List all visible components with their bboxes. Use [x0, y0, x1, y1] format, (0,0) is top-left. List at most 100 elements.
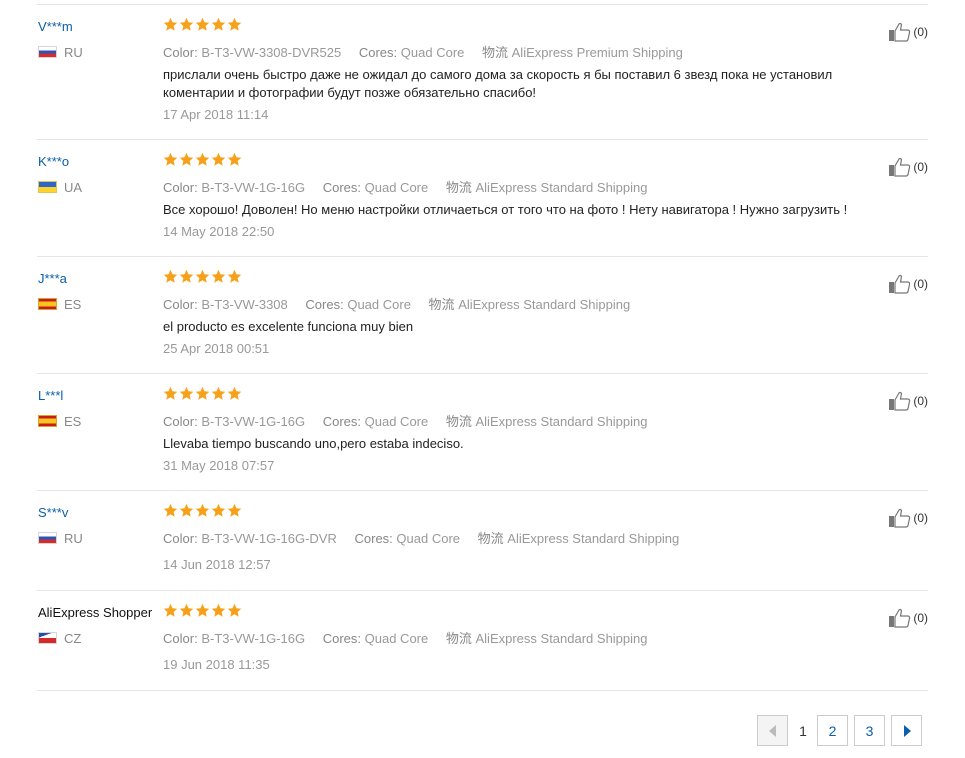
pagination-page-3[interactable]: 3: [854, 715, 885, 746]
shipping-method: AliExpress Standard Shipping: [507, 531, 680, 546]
star-icon: [211, 17, 226, 31]
reviewer-name[interactable]: V***m: [38, 19, 73, 34]
color-label: Color:: [163, 631, 198, 646]
flag-ua-icon: [38, 181, 57, 193]
star-icon: [195, 152, 210, 166]
cores-value: Quad Core: [400, 45, 465, 60]
order-info: Color: B-T3-VW-1G-16G Cores: Quad Core 物…: [163, 411, 648, 430]
reviewer-country: ES: [38, 413, 81, 429]
shipping-method: AliExpress Premium Shipping: [511, 45, 683, 60]
thumbs-up-icon: [889, 508, 911, 528]
reviewer-name: AliExpress Shopper: [38, 605, 153, 620]
star-rating: [163, 17, 242, 32]
color-value: B-T3-VW-1G-16G-DVR: [201, 531, 337, 546]
order-info: Color: B-T3-VW-3308 Cores: Quad Core 物流 …: [163, 294, 630, 313]
reviewer-country: CZ: [38, 630, 81, 646]
thumbs-up-icon: [889, 391, 911, 411]
review-text: Все хорошо! Доволен! Но меню настройки о…: [163, 202, 848, 217]
star-icon: [179, 269, 194, 283]
pagination-next-button[interactable]: [891, 715, 922, 746]
review-item: L***l ES Color: B-T3-VW-1G-16G Cores: Qu…: [37, 374, 928, 491]
flag-cz-icon: [38, 632, 57, 644]
reviewer-name[interactable]: K***o: [38, 154, 69, 169]
country-code: RU: [64, 44, 83, 60]
helpful-button[interactable]: (0): [888, 508, 928, 528]
reviewer-country: RU: [38, 44, 83, 60]
logistics-label: 物流: [445, 180, 472, 195]
star-icon: [179, 17, 194, 31]
star-icon: [163, 269, 178, 283]
review-item: J***a ES Color: B-T3-VW-3308 Cores: Quad…: [37, 257, 928, 374]
star-icon: [163, 17, 178, 31]
cores-label: Cores:: [358, 45, 398, 60]
helpful-count: (0): [913, 511, 928, 525]
star-icon: [195, 603, 210, 617]
star-icon: [227, 603, 242, 617]
cores-label: Cores:: [322, 631, 362, 646]
star-icon: [211, 269, 226, 283]
shipping-method: AliExpress Standard Shipping: [475, 414, 648, 429]
chevron-left-icon: [768, 724, 776, 737]
logistics-label: 物流: [477, 531, 504, 546]
helpful-button[interactable]: (0): [888, 22, 928, 42]
star-icon: [227, 17, 242, 31]
helpful-button[interactable]: (0): [888, 274, 928, 294]
star-icon: [227, 386, 242, 400]
star-rating: [163, 603, 242, 618]
helpful-button[interactable]: (0): [888, 157, 928, 177]
pagination-page-current: 1: [790, 715, 816, 746]
thumbs-up-icon: [889, 274, 911, 294]
thumbs-up-icon: [889, 608, 911, 628]
pagination-page-2[interactable]: 2: [817, 715, 848, 746]
review-item: AliExpress Shopper CZ Color: B-T3-VW-1G-…: [37, 591, 928, 691]
review-date: 31 May 2018 07:57: [163, 458, 275, 473]
star-rating: [163, 269, 242, 284]
helpful-button[interactable]: (0): [888, 391, 928, 411]
color-value: B-T3-VW-1G-16G: [201, 414, 306, 429]
star-icon: [211, 503, 226, 517]
country-code: RU: [64, 530, 83, 546]
flag-ru-icon: [38, 46, 57, 58]
country-code: ES: [64, 413, 82, 429]
star-icon: [227, 152, 242, 166]
reviewer-name[interactable]: L***l: [38, 388, 63, 403]
color-label: Color:: [163, 531, 198, 546]
reviewer-country: RU: [38, 530, 83, 546]
star-icon: [227, 269, 242, 283]
helpful-count: (0): [913, 277, 928, 291]
star-icon: [195, 269, 210, 283]
order-info: Color: B-T3-VW-1G-16G-DVR Cores: Quad Co…: [163, 528, 679, 547]
helpful-count: (0): [913, 394, 928, 408]
color-label: Color:: [163, 297, 198, 312]
cores-value: Quad Core: [364, 180, 429, 195]
reviewer-country: ES: [38, 296, 81, 312]
review-text: el producto es excelente funciona muy bi…: [163, 319, 414, 334]
color-label: Color:: [163, 180, 198, 195]
star-rating: [163, 152, 242, 167]
pagination-prev-button[interactable]: [757, 715, 788, 746]
cores-label: Cores:: [354, 531, 393, 546]
logistics-label: 物流: [428, 297, 455, 312]
shipping-method: AliExpress Standard Shipping: [475, 631, 648, 646]
review-text: Llevaba tiempo buscando uno,pero estaba …: [163, 436, 464, 451]
star-icon: [195, 17, 210, 31]
star-icon: [179, 503, 194, 517]
star-rating: [163, 503, 242, 518]
star-icon: [179, 603, 194, 617]
star-icon: [211, 152, 226, 166]
star-rating: [163, 386, 242, 401]
review-item: V***m RU Color: B-T3-VW-3308-DVR525 Core…: [37, 5, 928, 140]
reviewer-name[interactable]: S***v: [38, 505, 68, 520]
reviewer-country: UA: [38, 179, 82, 195]
chevron-right-icon: [903, 724, 911, 737]
reviewer-name[interactable]: J***a: [38, 271, 67, 286]
logistics-label: 物流: [445, 414, 472, 429]
cores-label: Cores:: [322, 180, 362, 195]
review-date: 14 May 2018 22:50: [163, 224, 275, 239]
helpful-button[interactable]: (0): [888, 608, 928, 628]
star-icon: [195, 503, 210, 517]
logistics-label: 物流: [445, 631, 472, 646]
star-icon: [163, 386, 178, 400]
thumbs-up-icon: [889, 157, 911, 177]
cores-value: Quad Core: [364, 414, 429, 429]
